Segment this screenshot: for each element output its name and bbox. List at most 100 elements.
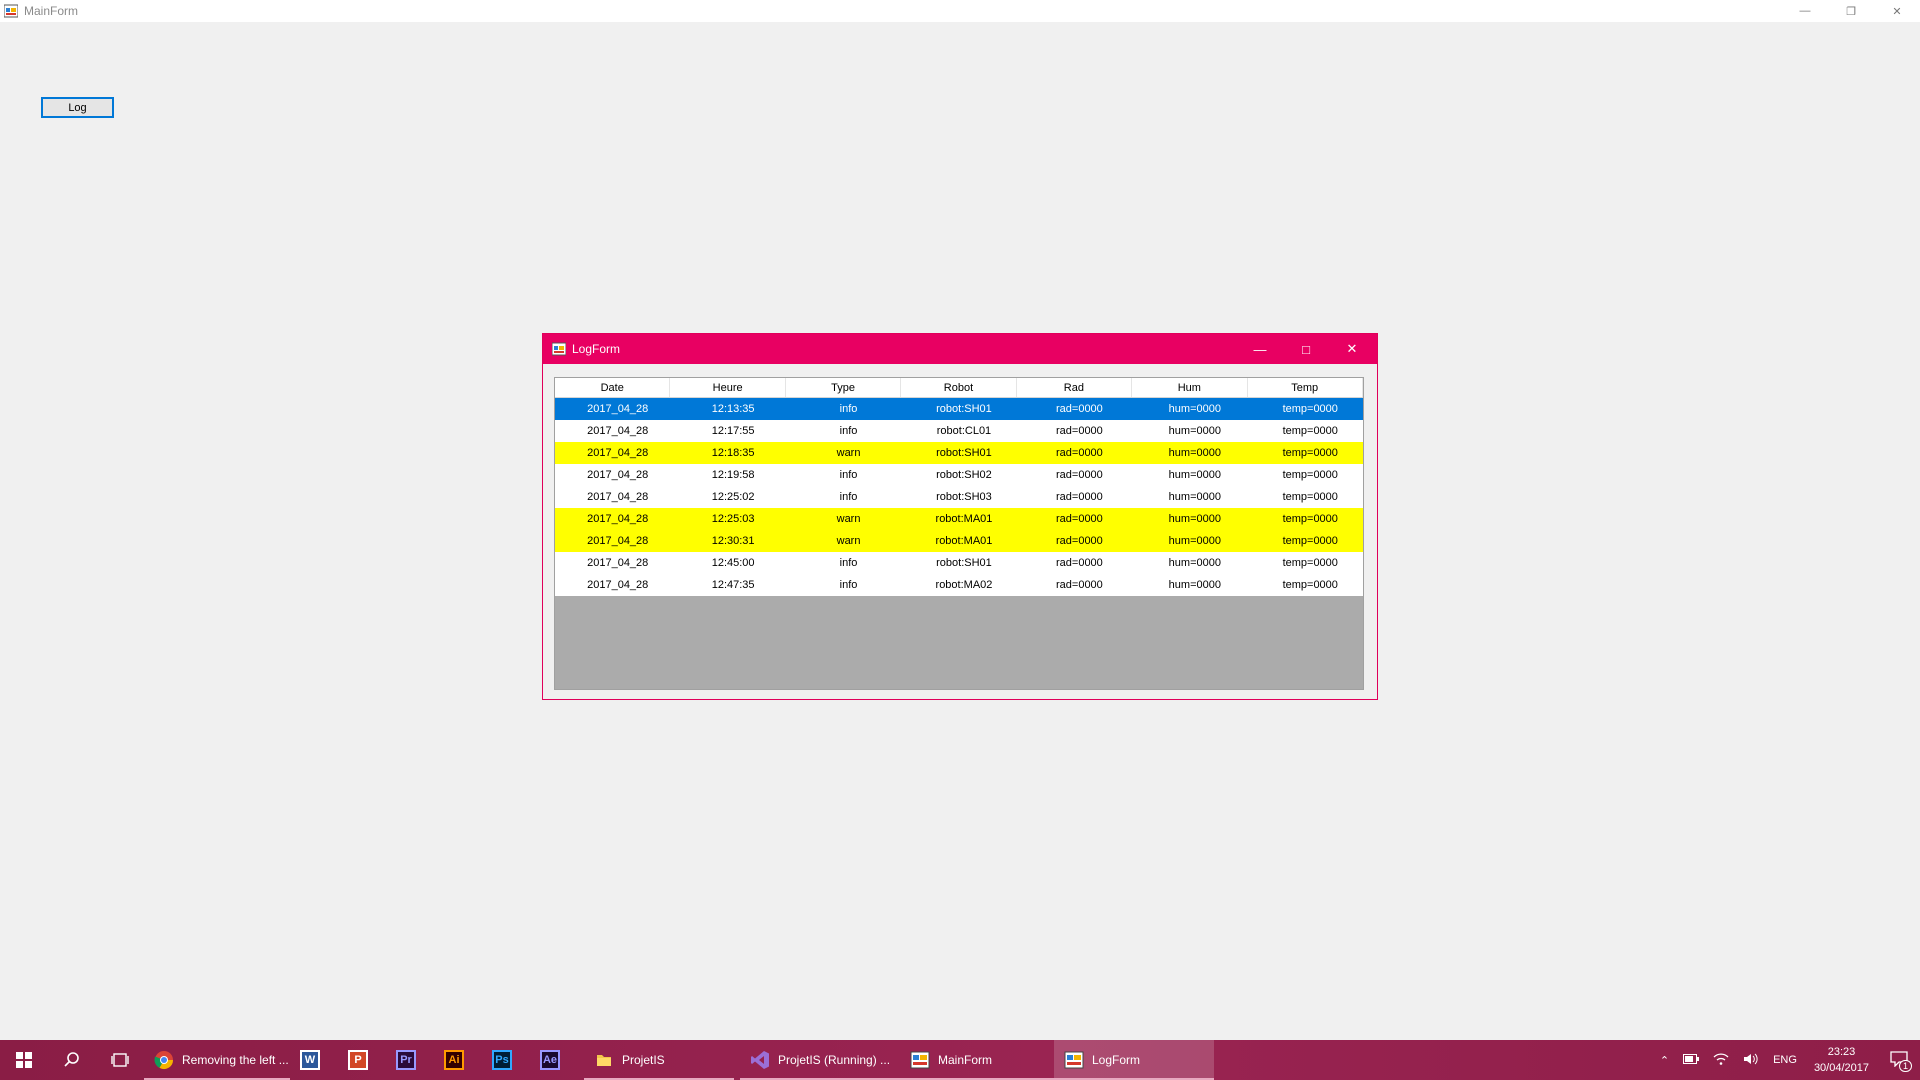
table-row[interactable]: 2017_04_28 12:30:31 warn robot:MA01 rad=0000… xyxy=(555,530,1363,552)
maximize-icon: □ xyxy=(1302,341,1310,357)
cell-hum: hum=0000 xyxy=(1168,535,1221,547)
table-row[interactable]: 2017_04_28 12:25:03 warn robot:MA01 rad=0000… xyxy=(555,508,1363,530)
task-view-button[interactable] xyxy=(96,1040,144,1080)
cell-heure: 12:30:31 xyxy=(711,535,755,547)
logform-minimize-button[interactable]: — xyxy=(1237,334,1283,364)
taskbar-app-explorer[interactable]: ProjetIS xyxy=(584,1040,734,1080)
taskbar-app-label: ProjetIS (Running) ... xyxy=(778,1053,891,1067)
taskbar-app-photoshop[interactable]: Ps xyxy=(482,1040,530,1080)
cell-hum: hum=0000 xyxy=(1168,557,1221,569)
cell-heure: 12:19:58 xyxy=(711,469,755,481)
system-tray: ⌃ ENG 23:23 30/04/2017 1 xyxy=(1653,1040,1920,1080)
battery-icon[interactable] xyxy=(1683,1053,1700,1067)
cell-rad: rad=0000 xyxy=(1056,513,1103,525)
taskbar-app-logform[interactable]: LogForm xyxy=(1054,1040,1214,1080)
taskbar-app-word[interactable]: W xyxy=(290,1040,338,1080)
start-button[interactable] xyxy=(0,1040,48,1080)
taskbar-app-mainform[interactable]: MainForm xyxy=(900,1040,1054,1080)
cell-temp: temp=0000 xyxy=(1282,513,1338,525)
column-header-type[interactable]: Type xyxy=(786,378,902,397)
minimize-button[interactable]: — xyxy=(1782,0,1828,22)
cell-rad: rad=0000 xyxy=(1056,447,1103,459)
notification-count-badge: 1 xyxy=(1898,1059,1912,1072)
cell-robot: robot:SH01 xyxy=(936,403,992,415)
log-data-grid[interactable]: Date Heure Type Robot Rad Hum Temp 2017_… xyxy=(554,377,1364,690)
cell-rad: rad=0000 xyxy=(1056,403,1103,415)
taskbar-app-aftereffects[interactable]: Ae xyxy=(530,1040,578,1080)
chevron-up-icon[interactable]: ⌃ xyxy=(1660,1054,1669,1067)
cell-type: info xyxy=(839,491,858,503)
cell-type: info xyxy=(839,469,858,481)
taskbar-app-label: MainForm xyxy=(938,1053,993,1067)
taskbar-app-premiere[interactable]: Pr xyxy=(386,1040,434,1080)
language-indicator[interactable]: ENG xyxy=(1773,1054,1797,1066)
column-header-hum[interactable]: Hum xyxy=(1132,378,1248,397)
cell-date: 2017_04_28 xyxy=(587,579,649,591)
logform-maximize-button[interactable]: □ xyxy=(1283,334,1329,364)
table-row[interactable]: 2017_04_28 12:47:35 info robot:MA02 rad=0000… xyxy=(555,574,1363,596)
taskbar-app-powerpoint[interactable]: P xyxy=(338,1040,386,1080)
cell-type: warn xyxy=(836,535,861,547)
main-window-titlebar[interactable]: MainForm — ❐ ✕ xyxy=(0,0,1920,22)
cell-temp: temp=0000 xyxy=(1282,557,1338,569)
notification-center-button[interactable]: 1 xyxy=(1890,1050,1912,1072)
table-row[interactable]: 2017_04_28 12:19:58 info robot:SH02 rad=0000… xyxy=(555,464,1363,486)
column-header-temp[interactable]: Temp xyxy=(1248,378,1363,397)
after-effects-icon: Ae xyxy=(540,1050,560,1070)
cell-heure: 12:18:35 xyxy=(711,447,755,459)
cell-temp: temp=0000 xyxy=(1282,491,1338,503)
logform-titlebar[interactable]: LogForm — □ ✕ xyxy=(543,334,1377,364)
cell-heure: 12:47:35 xyxy=(711,579,755,591)
cell-robot: robot:MA01 xyxy=(935,513,993,525)
cell-rad: rad=0000 xyxy=(1056,557,1103,569)
table-row[interactable]: 2017_04_28 12:18:35 warn robot:SH01 rad=0000… xyxy=(555,442,1363,464)
column-header-robot[interactable]: Robot xyxy=(901,378,1017,397)
table-row[interactable]: 2017_04_28 12:13:35 info robot:SH01 rad=0000… xyxy=(555,398,1363,420)
form-icon xyxy=(551,342,567,356)
cell-date: 2017_04_28 xyxy=(587,469,649,481)
logform-window: LogForm — □ ✕ Date Heure Type Robot Rad … xyxy=(542,333,1378,700)
search-icon xyxy=(64,1052,79,1067)
cell-robot: robot:SH02 xyxy=(936,469,992,481)
table-row[interactable]: 2017_04_28 12:25:02 info robot:SH03 rad=0000… xyxy=(555,486,1363,508)
cell-hum: hum=0000 xyxy=(1168,491,1221,503)
restore-button[interactable]: ❐ xyxy=(1828,0,1874,22)
form-icon xyxy=(1064,1050,1084,1070)
column-header-date[interactable]: Date xyxy=(555,378,671,397)
table-row[interactable]: 2017_04_28 12:45:00 info robot:SH01 rad=0000… xyxy=(555,552,1363,574)
cell-temp: temp=0000 xyxy=(1282,469,1338,481)
cell-rad: rad=0000 xyxy=(1056,535,1103,547)
form-icon xyxy=(3,4,19,18)
log-button[interactable]: Log xyxy=(41,97,114,118)
minimize-icon: — xyxy=(1253,341,1267,357)
cell-hum: hum=0000 xyxy=(1168,513,1221,525)
clock[interactable]: 23:23 30/04/2017 xyxy=(1814,1044,1869,1076)
wifi-icon[interactable] xyxy=(1713,1052,1729,1068)
close-button[interactable]: ✕ xyxy=(1874,0,1920,22)
cell-date: 2017_04_28 xyxy=(587,557,649,569)
photoshop-icon: Ps xyxy=(492,1050,512,1070)
column-header-rad[interactable]: Rad xyxy=(1017,378,1133,397)
taskbar-app-chrome[interactable]: Removing the left ... xyxy=(144,1040,290,1080)
visual-studio-icon xyxy=(750,1050,770,1070)
cell-rad: rad=0000 xyxy=(1056,579,1103,591)
cell-type: warn xyxy=(836,447,861,459)
taskbar-app-visual-studio[interactable]: ProjetIS (Running) ... xyxy=(740,1040,900,1080)
table-row[interactable]: 2017_04_28 12:17:55 info robot:CL01 rad=0000… xyxy=(555,420,1363,442)
clock-date: 30/04/2017 xyxy=(1813,1062,1869,1074)
cell-heure: 12:17:55 xyxy=(711,425,755,437)
cell-rad: rad=0000 xyxy=(1056,425,1103,437)
cell-heure: 12:25:02 xyxy=(711,491,755,503)
taskbar-app-illustrator[interactable]: Ai xyxy=(434,1040,482,1080)
cell-date: 2017_04_28 xyxy=(587,447,649,459)
powerpoint-icon: P xyxy=(348,1050,368,1070)
cell-heure: 12:25:03 xyxy=(711,513,755,525)
column-header-heure[interactable]: Heure xyxy=(670,378,786,397)
restore-icon: ❐ xyxy=(1846,5,1856,18)
logform-close-button[interactable]: ✕ xyxy=(1329,334,1375,364)
folder-icon xyxy=(594,1050,614,1070)
cell-hum: hum=0000 xyxy=(1168,447,1221,459)
search-button[interactable] xyxy=(48,1040,96,1080)
volume-icon[interactable] xyxy=(1743,1053,1759,1068)
taskbar-app-label: LogForm xyxy=(1092,1053,1141,1067)
